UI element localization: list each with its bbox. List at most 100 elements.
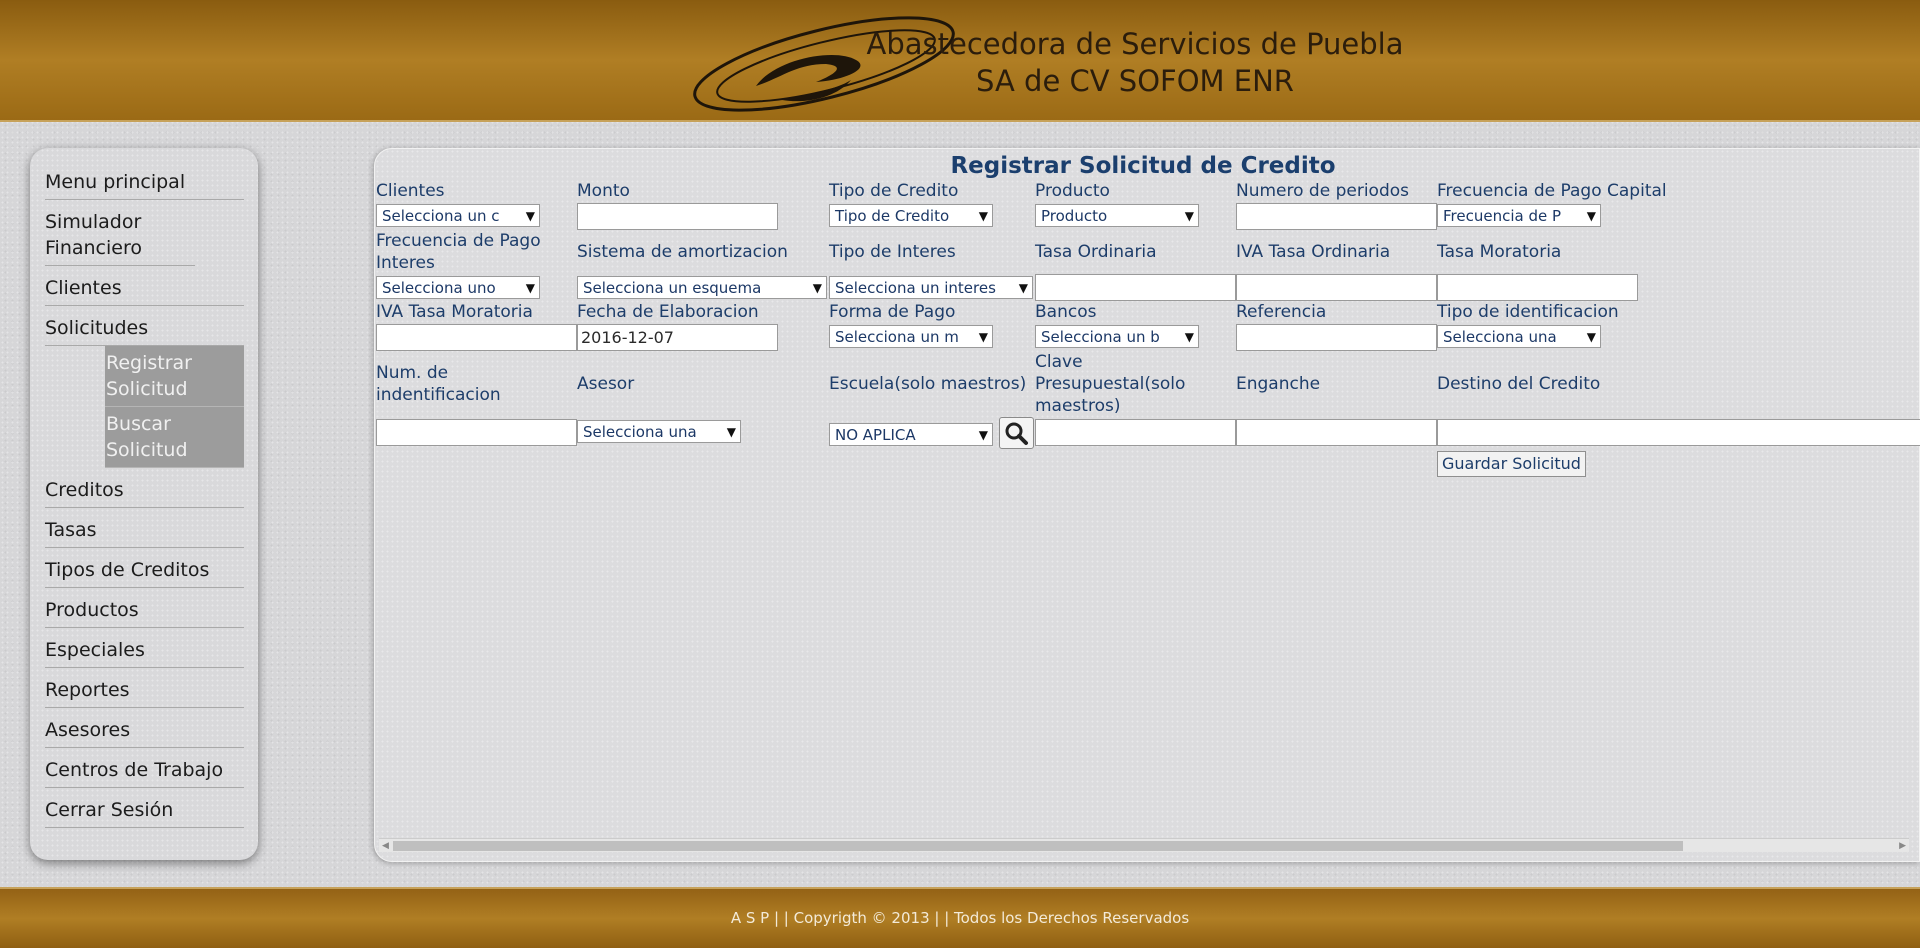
chevron-down-icon: ▼: [1586, 330, 1596, 344]
sidebar-item-creditos[interactable]: Creditos: [45, 468, 244, 508]
chevron-down-icon: ▼: [978, 209, 988, 223]
sidebar-item-tasas[interactable]: Tasas: [45, 508, 244, 548]
tipo-identificacion-select[interactable]: Selecciona una ▼: [1437, 325, 1601, 348]
header-banner: Abastecedora de Servicios de Puebla SA d…: [0, 0, 1920, 122]
sistema-amortizacion-select-value: Selecciona un esquema: [583, 279, 762, 297]
label-tipo-credito: Tipo de Credito: [829, 181, 959, 201]
label-clientes: Clientes: [376, 181, 445, 201]
destino-credito-input[interactable]: [1437, 419, 1920, 446]
tipo-identificacion-select-value: Selecciona una: [1443, 328, 1557, 346]
label-numero-periodos: Numero de periodos: [1236, 181, 1409, 201]
scrollbar-thumb[interactable]: [393, 841, 1683, 851]
label-asesor: Asesor: [577, 374, 635, 394]
chevron-down-icon: ▼: [1586, 209, 1596, 223]
sidebar-item-tipos-de-creditos[interactable]: Tipos de Creditos: [45, 548, 244, 588]
horizontal-scrollbar[interactable]: ◀ ▶: [379, 838, 1909, 852]
company-name: Abastecedora de Servicios de Puebla SA d…: [700, 26, 1570, 100]
guardar-solicitud-button[interactable]: Guardar Solicitud: [1437, 451, 1586, 477]
chevron-down-icon: ▼: [726, 425, 736, 439]
label-clave-presupuestal: Clave Presupuestal(solo maestros): [1035, 352, 1186, 416]
asesor-select[interactable]: Selecciona una ▼: [577, 420, 741, 443]
bancos-select-value: Selecciona un b: [1041, 328, 1160, 346]
form-panel: Registrar Solicitud de Credito Clientes …: [374, 148, 1920, 862]
label-monto: Monto: [577, 181, 630, 201]
escuela-search-button[interactable]: [999, 417, 1034, 449]
sidebar-item-reportes[interactable]: Reportes: [45, 668, 244, 708]
chevron-down-icon: ▼: [525, 209, 535, 223]
label-destino-credito: Destino del Credito: [1437, 374, 1601, 394]
sidebar-item-productos[interactable]: Productos: [45, 588, 244, 628]
sidebar-item-asesores[interactable]: Asesores: [45, 708, 244, 748]
tipo-credito-select-value: Tipo de Credito: [835, 207, 950, 225]
sidebar-subitem-registrar-solicitud[interactable]: Registrar Solicitud: [105, 346, 244, 407]
sidebar-subitem-buscar-solicitud[interactable]: Buscar Solicitud: [105, 407, 244, 468]
sidebar-item-simulador-financiero[interactable]: Simulador Financiero: [45, 200, 195, 266]
referencia-input[interactable]: [1236, 324, 1437, 351]
chevron-down-icon: ▼: [1018, 281, 1028, 295]
numero-periodos-input[interactable]: [1236, 203, 1437, 230]
footer-copyright: A S P | | Copyrigth © 2013 | | Todos los…: [730, 909, 1190, 927]
forma-pago-select-value: Selecciona un m: [835, 328, 959, 346]
label-iva-tasa-moratoria: IVA Tasa Moratoria: [376, 302, 533, 322]
chevron-down-icon: ▼: [1184, 209, 1194, 223]
tasa-ordinaria-input[interactable]: [1035, 274, 1236, 301]
chevron-down-icon: ▼: [1184, 330, 1194, 344]
scroll-left-icon[interactable]: ◀: [382, 839, 389, 853]
label-referencia: Referencia: [1236, 302, 1327, 322]
chevron-down-icon: ▼: [812, 281, 822, 295]
fecha-elaboracion-input[interactable]: 2016-12-07: [577, 324, 778, 351]
label-sistema-amortizacion: Sistema de amortizacion: [577, 242, 788, 262]
solicitudes-submenu: Registrar Solicitud Buscar Solicitud: [105, 346, 244, 468]
num-identificacion-input[interactable]: [376, 419, 577, 446]
label-num-identificacion: Num. de indentificacion: [376, 363, 501, 405]
scroll-right-icon[interactable]: ▶: [1899, 839, 1906, 853]
label-tasa-moratoria: Tasa Moratoria: [1437, 242, 1562, 262]
monto-input[interactable]: [577, 203, 778, 230]
chevron-down-icon: ▼: [978, 428, 988, 442]
escuela-select[interactable]: NO APLICA ▼: [829, 423, 993, 446]
enganche-input[interactable]: [1236, 419, 1437, 446]
sidebar-item-centros-de-trabajo[interactable]: Centros de Trabajo: [45, 748, 244, 788]
label-forma-pago: Forma de Pago: [829, 302, 956, 322]
sidebar-item-menu-principal[interactable]: Menu principal: [45, 160, 244, 200]
company-name-line1: Abastecedora de Servicios de Puebla: [866, 27, 1404, 61]
label-frecuencia-interes: Frecuencia de Pago Interes: [376, 231, 541, 273]
tasa-moratoria-input[interactable]: [1437, 274, 1638, 301]
sidebar-item-clientes[interactable]: Clientes: [45, 266, 244, 306]
sidebar-item-cerrar-sesion[interactable]: Cerrar Sesión: [45, 788, 244, 828]
iva-tasa-ordinaria-input[interactable]: [1236, 274, 1437, 301]
tipo-interes-select-value: Selecciona un interes: [835, 279, 996, 297]
label-tipo-interes: Tipo de Interes: [829, 242, 956, 262]
clientes-select[interactable]: Selecciona un c ▼: [376, 204, 540, 227]
tipo-interes-select[interactable]: Selecciona un interes ▼: [829, 276, 1033, 299]
sidebar-item-solicitudes[interactable]: Solicitudes: [45, 306, 244, 346]
escuela-select-value: NO APLICA: [835, 426, 916, 444]
producto-select[interactable]: Producto ▼: [1035, 204, 1199, 227]
frecuencia-capital-select-value: Frecuencia de P: [1443, 207, 1562, 225]
frecuencia-interes-select-value: Selecciona uno: [382, 279, 496, 297]
asesor-select-value: Selecciona una: [583, 423, 697, 441]
chevron-down-icon: ▼: [978, 330, 988, 344]
sidebar-nav: Menu principal Simulador Financiero Clie…: [30, 148, 258, 860]
sidebar-item-especiales[interactable]: Especiales: [45, 628, 244, 668]
forma-pago-select[interactable]: Selecciona un m ▼: [829, 325, 993, 348]
search-icon: [1005, 422, 1028, 445]
label-bancos: Bancos: [1035, 302, 1097, 322]
clave-presupuestal-input[interactable]: [1035, 419, 1236, 446]
label-tipo-identificacion: Tipo de identificacion: [1437, 302, 1619, 322]
bancos-select[interactable]: Selecciona un b ▼: [1035, 325, 1199, 348]
footer: A S P | | Copyrigth © 2013 | | Todos los…: [0, 887, 1920, 948]
chevron-down-icon: ▼: [525, 281, 535, 295]
iva-tasa-moratoria-input[interactable]: [376, 324, 577, 351]
label-escuela: Escuela(solo maestros): [829, 374, 1027, 394]
frecuencia-capital-select[interactable]: Frecuencia de P ▼: [1437, 204, 1601, 227]
sistema-amortizacion-select[interactable]: Selecciona un esquema ▼: [577, 276, 827, 299]
page-title: Registrar Solicitud de Credito: [950, 153, 1336, 179]
label-enganche: Enganche: [1236, 374, 1321, 394]
tipo-credito-select[interactable]: Tipo de Credito ▼: [829, 204, 993, 227]
label-iva-tasa-ordinaria: IVA Tasa Ordinaria: [1236, 242, 1391, 262]
frecuencia-interes-select[interactable]: Selecciona uno ▼: [376, 276, 540, 299]
label-tasa-ordinaria: Tasa Ordinaria: [1035, 242, 1157, 262]
clientes-select-value: Selecciona un c: [382, 207, 500, 225]
label-fecha-elaboracion: Fecha de Elaboracion: [577, 302, 759, 322]
